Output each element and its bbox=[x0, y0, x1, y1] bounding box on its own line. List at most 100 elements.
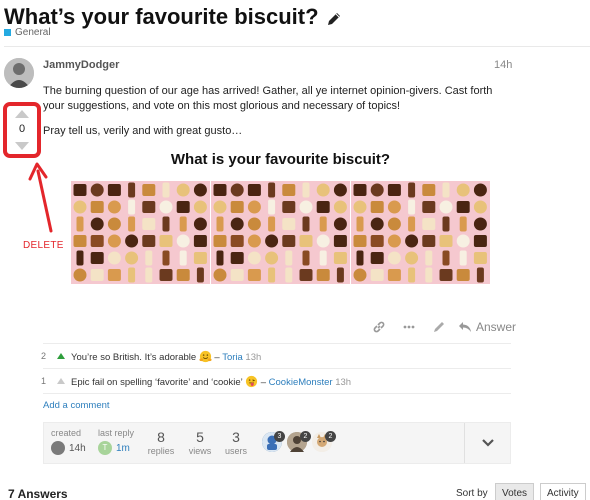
biscuit-shape bbox=[299, 235, 313, 247]
biscuit-shape bbox=[387, 217, 401, 231]
biscuit-shape bbox=[162, 216, 170, 232]
biscuit-shape bbox=[90, 217, 104, 231]
biscuit-shape bbox=[230, 269, 244, 281]
comment-item: 2 You’re so British. It’s adorable – Tor… bbox=[41, 343, 511, 368]
created-value-row: 14h bbox=[51, 441, 86, 455]
biscuit-shape bbox=[128, 199, 136, 215]
biscuit-shape bbox=[302, 182, 310, 198]
biscuit-shape bbox=[216, 216, 224, 232]
comment-content: You’re so British. It’s adorable – Toria… bbox=[71, 350, 262, 363]
biscuit-shape bbox=[193, 217, 207, 231]
link-icon[interactable] bbox=[368, 319, 390, 335]
biscuit-shape bbox=[442, 216, 450, 232]
biscuit-shape bbox=[90, 252, 104, 264]
downvote-arrow-icon[interactable] bbox=[15, 142, 29, 150]
author-username[interactable]: JammyDodger bbox=[43, 59, 119, 71]
biscuit-shape bbox=[125, 251, 139, 265]
biscuit-shape bbox=[302, 216, 310, 232]
edit-title-pencil-icon[interactable] bbox=[325, 8, 343, 26]
image-tile-divider bbox=[210, 181, 211, 284]
biscuit-shape bbox=[422, 218, 436, 230]
answers-count: 7 Answers bbox=[8, 487, 68, 500]
biscuit-shape bbox=[439, 235, 453, 247]
sort-activity-button[interactable]: Activity bbox=[540, 483, 586, 500]
author-avatar[interactable] bbox=[4, 58, 34, 88]
topic-created[interactable]: created 14h bbox=[51, 428, 86, 455]
biscuit-shape bbox=[193, 252, 207, 264]
topic-map-expand-button[interactable] bbox=[464, 423, 510, 463]
biscuit-shape bbox=[387, 184, 401, 196]
biscuit-shape bbox=[422, 235, 436, 247]
biscuit-shape bbox=[442, 182, 450, 198]
biscuit-shape bbox=[473, 252, 487, 264]
biscuit-shape bbox=[196, 267, 204, 283]
delete-annotation-label: DELETE bbox=[23, 240, 64, 251]
biscuit-shape bbox=[107, 234, 121, 248]
upvote-arrow-icon[interactable] bbox=[15, 110, 29, 118]
biscuit-shape bbox=[176, 183, 190, 197]
biscuit-shape bbox=[459, 250, 467, 266]
comment-time: 13h bbox=[245, 351, 262, 363]
biscuit-shape bbox=[213, 184, 227, 196]
biscuit-shape bbox=[73, 268, 87, 282]
biscuit-shape bbox=[408, 182, 416, 198]
views-label: views bbox=[188, 446, 212, 456]
biscuit-shape bbox=[285, 250, 293, 266]
sort-votes-button[interactable]: Votes bbox=[495, 483, 535, 500]
comment-upvote-icon[interactable] bbox=[57, 378, 65, 384]
post-age[interactable]: 14h bbox=[494, 59, 512, 71]
more-icon[interactable] bbox=[398, 319, 420, 335]
comment-author[interactable]: Toria bbox=[222, 352, 243, 363]
biscuit-shape bbox=[316, 201, 330, 213]
biscuit-shape bbox=[333, 200, 347, 214]
biscuit-shape bbox=[142, 184, 156, 196]
biscuit-shape bbox=[282, 218, 296, 230]
biscuit-shape bbox=[282, 201, 296, 213]
add-comment-link[interactable]: Add a comment bbox=[43, 393, 511, 411]
biscuit-shape bbox=[336, 267, 344, 283]
category-badge[interactable]: General bbox=[4, 27, 51, 38]
biscuit-shape bbox=[285, 267, 293, 283]
biscuit-shape bbox=[356, 216, 364, 232]
biscuit-shape bbox=[299, 269, 313, 281]
topic-last-reply[interactable]: last reply T 1m bbox=[98, 428, 134, 455]
biscuit-shape bbox=[128, 216, 136, 232]
biscuit-shape bbox=[268, 182, 276, 198]
biscuit-shape bbox=[107, 184, 121, 196]
replies-label: replies bbox=[147, 446, 175, 456]
biscuit-shape bbox=[142, 235, 156, 247]
biscuit-shape bbox=[333, 235, 347, 247]
comment-upvote-icon[interactable] bbox=[57, 353, 65, 359]
biscuit-shape bbox=[422, 184, 436, 196]
biscuit-shape bbox=[408, 199, 416, 215]
post-body-paragraph-1: The burning question of our age has arri… bbox=[43, 85, 493, 112]
biscuit-shape bbox=[213, 200, 227, 214]
users-stat: 3 users bbox=[224, 429, 248, 456]
biscuit-shape bbox=[456, 201, 470, 213]
biscuit-shape bbox=[387, 269, 401, 281]
biscuit-shape bbox=[230, 183, 244, 197]
biscuit-shape bbox=[425, 250, 433, 266]
biscuit-shape bbox=[282, 184, 296, 196]
biscuit-shape bbox=[408, 216, 416, 232]
answer-button[interactable]: Answer bbox=[458, 320, 516, 334]
biscuit-shape bbox=[282, 235, 296, 247]
biscuit-shape bbox=[176, 234, 190, 248]
hugging-face-icon bbox=[199, 350, 212, 362]
biscuit-shape bbox=[370, 183, 384, 197]
image-tile-divider bbox=[350, 181, 351, 284]
post-body-paragraph-2: Pray tell us, verily and with great gust… bbox=[43, 125, 243, 137]
biscuit-shape bbox=[159, 269, 173, 281]
category-label: General bbox=[15, 27, 51, 38]
reply-arrow-icon bbox=[459, 322, 471, 332]
topic-map: created 14h last reply T 1m 8 replies 5 … bbox=[43, 422, 511, 464]
biscuit-shape bbox=[265, 234, 279, 248]
biscuit-shape bbox=[90, 269, 104, 281]
biscuit-shape bbox=[107, 200, 121, 214]
pencil-icon[interactable] bbox=[428, 319, 450, 335]
tongue-face-icon bbox=[246, 375, 258, 387]
comment-item: 1 Epic fail on spelling ‘favorite’ and ‘… bbox=[41, 368, 511, 393]
comment-author[interactable]: CookieMonster bbox=[269, 377, 333, 388]
biscuit-shape bbox=[299, 200, 313, 214]
biscuit-shape bbox=[370, 217, 384, 231]
